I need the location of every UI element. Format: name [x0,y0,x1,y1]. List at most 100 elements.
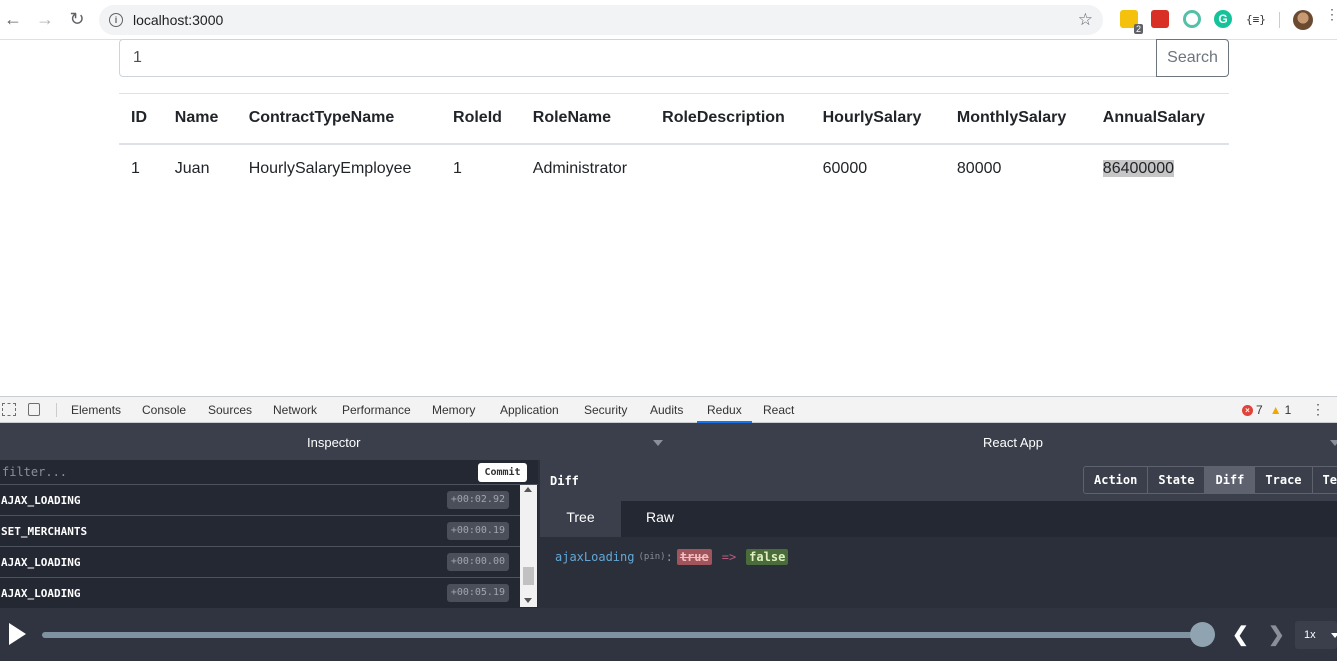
scroll-up-icon[interactable] [524,487,532,492]
action-name: SET_MERCHANTS [1,525,88,538]
extension-icon[interactable] [1151,10,1169,28]
grammarly-icon[interactable]: G [1214,10,1232,28]
action-list-pane: filter... Commit AJAX_LOADING +00:02.92 … [0,460,538,609]
inspector-title[interactable]: Inspector [307,435,360,450]
list-item[interactable]: AJAX_LOADING +00:05.19 [0,578,520,609]
tab-application[interactable]: Application [500,397,559,423]
search-button[interactable]: Search [1156,39,1229,77]
devtools-menu-icon[interactable]: ⋮ [1311,401,1325,418]
monitor-title: Diff [550,474,579,488]
forward-arrow-icon[interactable]: → [34,8,56,30]
tab-redux[interactable]: Redux [697,397,752,423]
browser-toolbar: ← → ↻ i localhost:3000 ☆ 2 G {≡} ⋮ [0,0,1337,40]
step-back-icon[interactable]: ❮ [1232,622,1249,647]
filter-input[interactable]: filter... [2,465,67,479]
diff-button[interactable]: Diff [1205,467,1256,493]
redux-header: Inspector React App [0,423,1337,460]
address-bar[interactable]: i localhost:3000 ☆ [99,5,1103,35]
state-button[interactable]: State [1148,467,1206,493]
inspect-element-icon[interactable] [2,403,16,416]
action-name: AJAX_LOADING [1,494,81,507]
action-list-scrollbar[interactable] [520,485,537,607]
commit-button[interactable]: Commit [478,463,527,482]
column-header-name: Name [162,93,237,145]
tab-sources[interactable]: Sources [208,397,252,423]
inspector-dropdown-icon[interactable] [653,440,663,446]
diff-new-value: false [746,549,789,565]
diff-old-value: true [676,549,712,565]
action-time: +00:02.92 [446,491,509,509]
list-item[interactable]: AJAX_LOADING +00:02.92 [0,485,520,516]
list-item[interactable]: SET_MERCHANTS +00:00.19 [0,516,520,547]
error-icon: × [1242,404,1253,416]
reload-icon[interactable]: ↻ [66,8,88,30]
selected-text: 86400000 [1102,160,1174,177]
diff-entry: ajaxLoading (pin) : true => false [555,549,789,565]
scroll-thumb[interactable] [523,567,534,585]
playback-bar: ❮ ❯ 1x [0,608,1337,661]
play-icon[interactable] [9,623,26,645]
console-counts[interactable]: × 7 ▲ 1 [1242,403,1291,417]
tab-elements[interactable]: Elements [71,397,121,423]
speed-select[interactable]: 1x [1295,621,1337,649]
cell-contract-type: HourlySalaryEmployee [248,160,412,177]
diff-key[interactable]: ajaxLoading [555,550,634,564]
action-list: AJAX_LOADING +00:02.92 SET_MERCHANTS +00… [0,485,520,609]
step-forward-icon[interactable]: ❯ [1268,622,1285,647]
cell-role-description [650,144,810,194]
warning-count: 1 [1284,403,1292,417]
device-toolbar-icon[interactable] [28,403,40,416]
browser-menu-icon[interactable]: ⋮ [1325,7,1337,28]
info-icon[interactable]: i [109,13,123,27]
scroll-down-icon[interactable] [524,598,532,603]
tab-memory[interactable]: Memory [432,397,475,423]
extension-icon[interactable]: 2 [1120,10,1143,34]
bookmark-star-icon[interactable]: ☆ [1078,10,1093,30]
url-text[interactable]: localhost:3000 [133,12,223,28]
table-row: 1 Juan HourlySalaryEmployee 1 Administra… [119,144,1229,194]
tab-raw[interactable]: Raw [621,501,699,537]
column-header-role-description: RoleDescription [650,93,811,145]
cell-hourly-salary: 60000 [822,160,868,177]
action-button[interactable]: Action [1084,467,1149,493]
trace-button[interactable]: Trace [1255,467,1313,493]
column-header-monthly-salary: MonthlySalary [944,93,1091,145]
pin-link[interactable]: (pin) [638,552,665,562]
tab-tree[interactable]: Tree [540,501,621,537]
view-tabs: Tree Raw [540,501,1337,537]
monitor-pane: Diff Action State Diff Trace Test Tree R… [540,460,1337,608]
redux-devtools-panel: Inspector React App filter... Commit AJA… [0,423,1337,661]
json-viewer-icon[interactable]: {≡} [1246,13,1266,31]
cell-role-name: Administrator [532,160,628,177]
devtools-tabbar: Elements Console Sources Network Perform… [0,396,1337,423]
action-time: +00:05.19 [446,584,509,602]
extension-icon[interactable] [1183,10,1201,28]
action-time: +00:00.19 [446,522,509,540]
column-header-contract-type: ContractTypeName [236,93,442,145]
list-item[interactable]: AJAX_LOADING +00:00.00 [0,547,520,578]
monitor-header: Diff Action State Diff Trace Test [540,460,1337,501]
chevron-down-icon [1331,633,1337,638]
diff-arrow: => [721,550,737,564]
cell-annual-salary: 86400000 [1091,144,1229,194]
test-button[interactable]: Test [1312,467,1337,493]
cell-id: 1 [131,160,140,177]
tab-performance[interactable]: Performance [342,397,411,423]
search-input[interactable] [119,39,1157,77]
tab-security[interactable]: Security [584,397,627,423]
tab-react[interactable]: React [763,397,794,423]
profile-avatar[interactable] [1293,10,1313,30]
slider-handle[interactable] [1190,622,1215,647]
app-selector-title[interactable]: React App [983,435,1043,450]
timeline-slider[interactable] [42,632,1204,638]
tab-console[interactable]: Console [142,397,186,423]
tab-audits[interactable]: Audits [650,397,683,423]
back-arrow-icon[interactable]: ← [2,8,24,30]
table-header-row: ID Name ContractTypeName RoleId RoleName… [119,93,1229,145]
tab-network[interactable]: Network [273,397,317,423]
cell-role-id: 1 [453,160,462,177]
app-dropdown-icon[interactable] [1330,440,1337,446]
action-name: AJAX_LOADING [1,587,81,600]
extension-badge: 2 [1133,24,1143,34]
action-name: AJAX_LOADING [1,556,81,569]
